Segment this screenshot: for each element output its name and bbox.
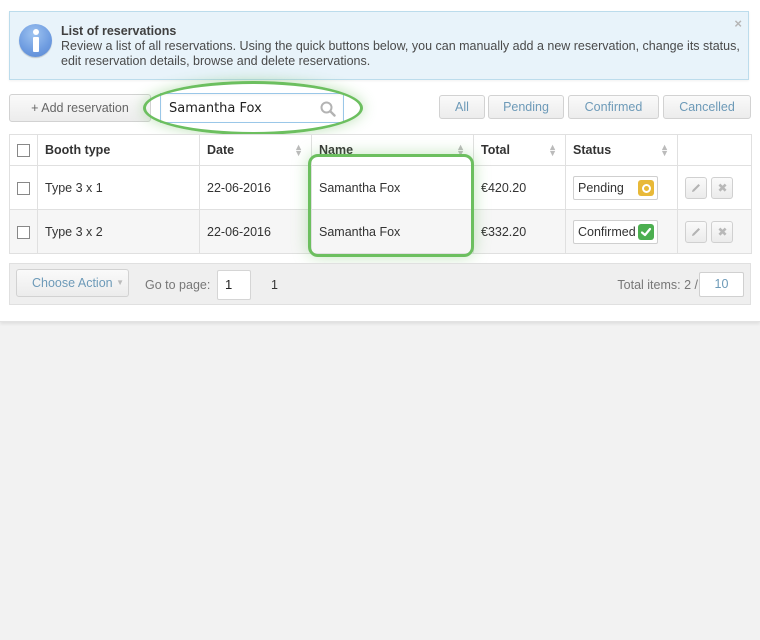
delete-button[interactable]: ✖	[711, 176, 734, 199]
filter-all-button[interactable]: All	[439, 95, 485, 119]
sort-icon[interactable]: ▲ ▼	[294, 143, 303, 158]
date-cell: 22-06-2016	[199, 209, 312, 254]
header-date[interactable]: Date ▲ ▼	[199, 134, 312, 166]
row-checkbox[interactable]	[17, 225, 30, 239]
close-icon[interactable]: ×	[734, 16, 742, 31]
info-text: Review a list of all reservations. Using…	[61, 39, 740, 68]
caret-down-icon: ▼	[116, 278, 124, 287]
row-select-cell	[9, 209, 38, 254]
table-footer: Choose Action ▼ Go to page: 1 1 Total it…	[9, 263, 751, 305]
choose-action-dropdown[interactable]: Choose Action ▼	[16, 269, 129, 297]
reservations-panel: List of reservations Review a list of al…	[0, 0, 760, 322]
filter-confirmed-button[interactable]: Confirmed	[568, 95, 659, 119]
add-reservation-button[interactable]: + Add reservation	[9, 94, 151, 122]
total-items-label: Total items: 2 /	[617, 278, 698, 292]
info-icon	[19, 24, 52, 57]
status-select[interactable]: Pending	[573, 175, 658, 200]
per-page-select[interactable]: 10	[699, 272, 744, 297]
select-all-cell	[9, 134, 38, 166]
row-select-cell	[9, 165, 38, 210]
pencil-icon	[692, 184, 700, 193]
total-cell: €420.20	[473, 165, 566, 210]
delete-button[interactable]: ✖	[711, 220, 734, 243]
search-input[interactable]: Samantha Fox	[160, 93, 344, 123]
search-icon[interactable]	[320, 101, 336, 117]
pencil-icon	[692, 228, 700, 237]
booth-type-cell: Type 3 x 1	[37, 165, 200, 210]
name-cell: Samantha Fox	[311, 209, 474, 254]
header-status[interactable]: Status ▲ ▼	[565, 134, 678, 166]
booth-type-cell: Type 3 x 2	[37, 209, 200, 254]
goto-page-input[interactable]: 1	[217, 270, 251, 300]
filter-cancelled-button[interactable]: Cancelled	[663, 95, 751, 119]
filter-pending-button[interactable]: Pending	[488, 95, 564, 119]
edit-button[interactable]	[685, 220, 707, 243]
info-box: List of reservations Review a list of al…	[9, 11, 749, 80]
status-cell: Pending	[565, 165, 678, 210]
header-booth-type[interactable]: Booth type	[37, 134, 200, 166]
sort-icon[interactable]: ▲ ▼	[548, 143, 557, 158]
edit-button[interactable]	[685, 176, 707, 199]
header-total[interactable]: Total ▲ ▼	[473, 134, 566, 166]
name-cell: Samantha Fox	[311, 165, 474, 210]
sort-icon[interactable]: ▲ ▼	[660, 143, 669, 158]
select-all-checkbox[interactable]	[17, 144, 30, 158]
table-header-row: Booth type Date ▲ ▼ Name ▲ ▼ Total ▲ ▼ Status ▲…	[9, 134, 752, 166]
row-checkbox[interactable]	[17, 181, 30, 195]
status-select[interactable]: Confirmed	[573, 219, 658, 244]
checkmark-icon	[638, 223, 654, 240]
info-title: List of reservations	[61, 24, 177, 38]
pending-icon	[638, 179, 654, 196]
status-cell: Confirmed	[565, 209, 678, 254]
goto-page-label: Go to page:	[145, 278, 211, 292]
header-actions	[677, 134, 752, 166]
header-name[interactable]: Name ▲ ▼	[311, 134, 474, 166]
page-link[interactable]: 1	[271, 278, 278, 292]
close-icon: ✖	[717, 180, 728, 195]
actions-cell: ✖	[677, 209, 752, 254]
sort-icon[interactable]: ▲ ▼	[456, 143, 465, 158]
actions-cell: ✖	[677, 165, 752, 210]
total-cell: €332.20	[473, 209, 566, 254]
table-row: Type 3 x 2 22-06-2016 Samantha Fox €332.…	[9, 209, 752, 254]
search-value: Samantha Fox	[169, 101, 262, 116]
reservations-table: Booth type Date ▲ ▼ Name ▲ ▼ Total ▲ ▼ Status ▲…	[9, 134, 752, 254]
table-row: Type 3 x 1 22-06-2016 Samantha Fox €420.…	[9, 165, 752, 210]
close-icon: ✖	[717, 224, 728, 239]
date-cell: 22-06-2016	[199, 165, 312, 210]
